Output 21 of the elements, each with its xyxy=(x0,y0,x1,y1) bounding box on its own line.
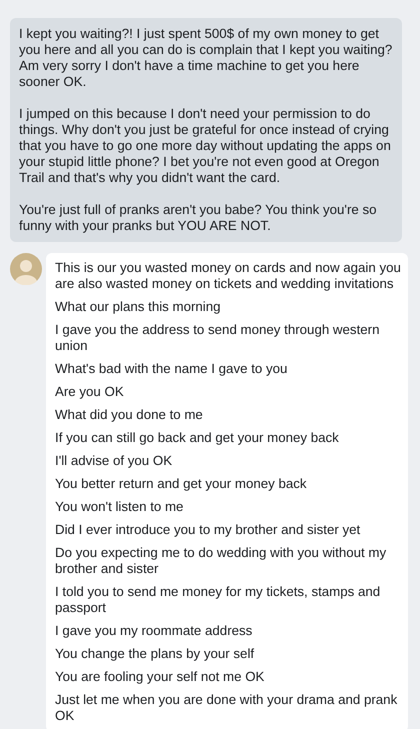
message-text: You won't listen to me xyxy=(55,499,184,515)
message-text: I jumped on this because I don't need your permission to do things. Why don't you just be grateful for once instead of crying that you have to go one more day without updating the apps on your stupid little phone? I bet you're not even good at Oregon Trail and that's why you didn't want the card. xyxy=(19,106,392,186)
message-text: I gave you the address to send money through western union xyxy=(55,322,380,354)
message-text: What did you done to me xyxy=(55,407,204,423)
message-text: I'll advise of you OK xyxy=(55,453,174,469)
message-text: What's bad with the name I gave to you xyxy=(55,361,288,377)
message-text: Are you OK xyxy=(55,384,125,400)
message-text: You change the plans by your self xyxy=(55,646,256,662)
message-text: Just let me when you are done with your drama and prank OK xyxy=(55,692,398,724)
message-text: If you can still go back and get your money back xyxy=(55,430,340,446)
message-text: This is our you wasted money on cards and now again you are also wasted money on tickets and wedding invitations xyxy=(55,260,402,292)
avatar-icon xyxy=(10,253,42,285)
message-text: I gave you my roommate address xyxy=(55,623,254,639)
message-text: I told you to send me money for my tickets, stamps and passport xyxy=(55,584,382,616)
message-text: What our plans this morning xyxy=(55,299,222,315)
message-text: Do you expecting me to do wedding with you without my brother and sister xyxy=(55,545,388,577)
message-text: You're just full of pranks aren't you babe? You think you're so funny with your pranks but YOU ARE NOT. xyxy=(19,202,378,234)
message-text: Did I ever introduce you to my brother and sister yet xyxy=(55,522,362,538)
message-text: You are fooling your self not me OK xyxy=(55,669,266,685)
message-text: You better return and get your money back xyxy=(55,476,308,492)
message-text: I kept you waiting?! I just spent 500$ of my own money to get you here and all you can do is complain that I kept you waiting? Am very sorry I don't have a time machine to get you here sooner OK. xyxy=(19,26,393,90)
